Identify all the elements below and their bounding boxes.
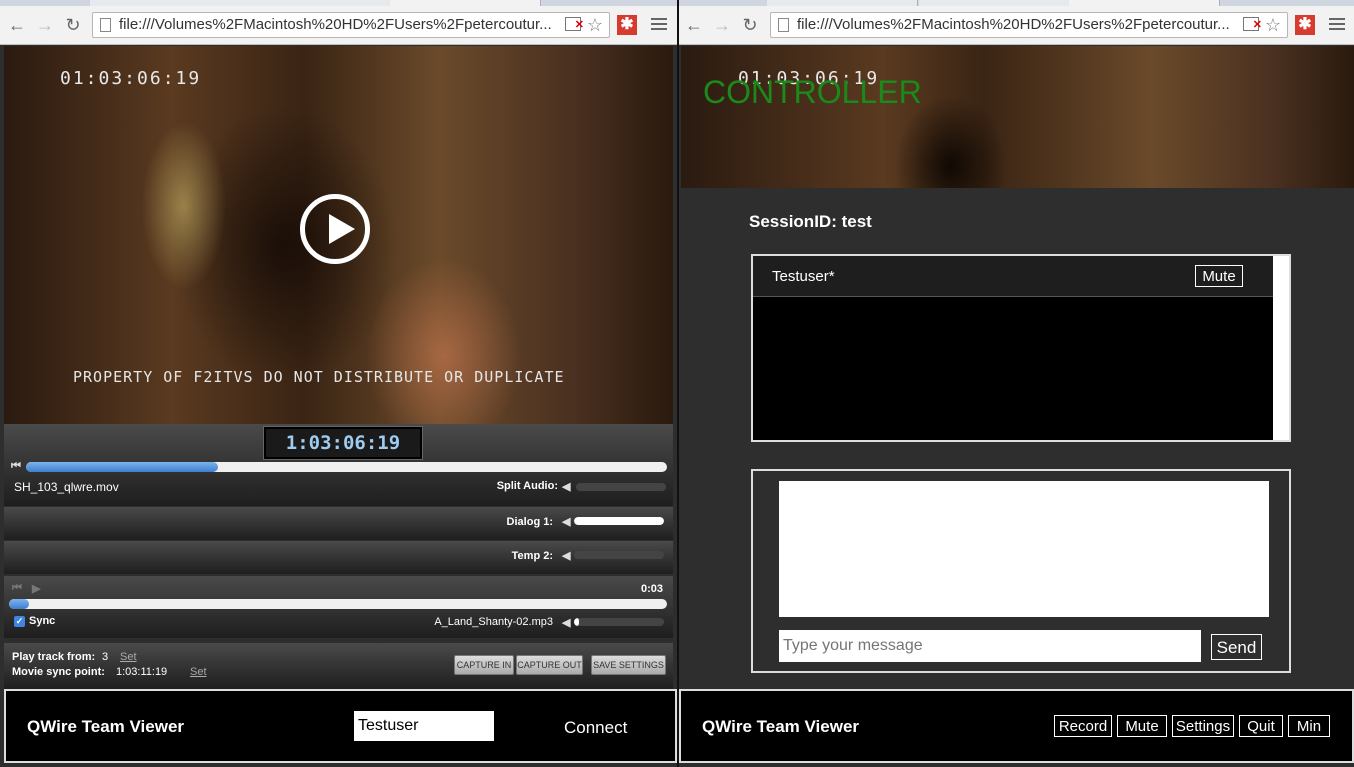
video-frame[interactable]: 01:03:06:19 CONTROLLER xyxy=(681,46,1354,188)
dialog-volume[interactable] xyxy=(574,517,664,525)
video-watermark: PROPERTY OF F2ITVS DO NOT DISTRIBUTE OR … xyxy=(73,368,565,386)
dialog-label: Dialog 1: xyxy=(506,516,553,528)
app-title: QWire Team Viewer xyxy=(702,717,860,736)
speaker-icon[interactable]: ◀ xyxy=(562,482,572,493)
sync-point-label: Movie sync point: xyxy=(12,666,105,678)
menu-icon[interactable] xyxy=(651,15,667,33)
bookmark-star-icon[interactable]: ☆ xyxy=(587,13,603,37)
popup-blocked-icon[interactable] xyxy=(1243,13,1262,37)
split-audio-label: Split Audio: xyxy=(496,480,558,492)
split-audio-volume[interactable] xyxy=(576,483,666,491)
chat-log xyxy=(779,481,1269,617)
connect-button[interactable]: Connect xyxy=(564,718,627,738)
dialog-track-row: Dialog 1: ◀ xyxy=(4,507,673,540)
users-panel: Testuser* Mute xyxy=(751,254,1291,442)
username-input[interactable] xyxy=(354,711,494,741)
temp-track-row: Temp 2: ◀ xyxy=(4,541,673,574)
menu-icon[interactable] xyxy=(1329,15,1345,33)
set-play-from-link[interactable]: Set xyxy=(120,651,137,663)
track-volume[interactable] xyxy=(574,618,664,626)
chat-message-input[interactable] xyxy=(779,630,1201,662)
bookmark-star-icon[interactable]: ☆ xyxy=(1265,13,1281,37)
sync-label: Sync xyxy=(29,615,56,627)
play-icon[interactable] xyxy=(300,194,370,264)
settings-button[interactable]: Settings xyxy=(1172,715,1234,737)
reload-icon[interactable]: ↻ xyxy=(62,14,84,36)
track-volume-fill xyxy=(574,618,579,626)
right-browser-window: ← → ↻ file:///Volumes%2FMacintosh%20HD%2… xyxy=(677,0,1354,767)
temp-label: Temp 2: xyxy=(511,550,553,562)
speaker-icon[interactable]: ◀ xyxy=(562,517,572,528)
record-button[interactable]: Record xyxy=(1054,715,1112,737)
play-from-value: 3 xyxy=(102,651,109,663)
capture-out-button[interactable]: CAPTURE OUT xyxy=(516,655,583,675)
extension-icon[interactable]: ✱ xyxy=(1295,15,1315,35)
user-name: Testuser* xyxy=(772,268,835,285)
sync-checkbox[interactable]: ✓ xyxy=(14,616,25,627)
browser-toolbar: ← → ↻ file:///Volumes%2FMacintosh%20HD%2… xyxy=(679,6,1354,45)
right-footer: QWire Team Viewer Record Mute Settings Q… xyxy=(679,689,1354,763)
chat-panel: Send xyxy=(751,469,1291,673)
track-progress-fill xyxy=(9,599,29,609)
track-filename: A_Land_Shanty-02.mp3 xyxy=(434,616,553,628)
music-track-panel: ⏮ ▶ 0:03 ✓ Sync A_Land_Shanty-02.mp3 ◀ xyxy=(4,576,673,638)
page-icon xyxy=(100,18,111,32)
address-text: file:///Volumes%2FMacintosh%20HD%2FUsers… xyxy=(797,16,1230,33)
browser-toolbar: ← → ↻ file:///Volumes%2FMacintosh%20HD%2… xyxy=(0,6,677,45)
reload-icon[interactable]: ↻ xyxy=(739,14,761,36)
user-row: Testuser* Mute xyxy=(753,256,1273,297)
speaker-icon[interactable]: ◀ xyxy=(562,551,572,562)
track-play-icon[interactable]: ▶ xyxy=(32,582,40,595)
play-from-label: Play track from: xyxy=(12,651,96,663)
controller-overlay: CONTROLLER xyxy=(703,74,922,110)
burned-timecode: 01:03:06:19 xyxy=(60,68,202,89)
sync-settings-panel: Play track from: 3 Set Movie sync point:… xyxy=(4,643,673,689)
dialog-volume-fill xyxy=(574,517,664,525)
session-id: SessionID: test xyxy=(749,212,872,231)
back-icon[interactable]: ← xyxy=(6,14,28,36)
speaker-icon[interactable]: ◀ xyxy=(562,618,572,629)
save-settings-button[interactable]: SAVE SETTINGS xyxy=(591,655,666,675)
forward-icon[interactable]: → xyxy=(34,14,56,36)
app-title: QWire Team Viewer xyxy=(27,717,185,736)
set-sync-point-link[interactable]: Set xyxy=(190,666,207,678)
skip-back-icon[interactable]: ⏮ xyxy=(11,460,21,473)
users-scrollbar[interactable] xyxy=(1273,256,1289,440)
timecode-display: 1:03:06:19 xyxy=(264,427,422,459)
player-controls: 1:03:06:19 ⏮ SH_103_qlwre.mov Split Audi… xyxy=(4,424,673,506)
capture-in-button[interactable]: CAPTURE IN xyxy=(454,655,514,675)
address-bar[interactable]: file:///Volumes%2FMacintosh%20HD%2FUsers… xyxy=(92,12,610,38)
address-text: file:///Volumes%2FMacintosh%20HD%2FUsers… xyxy=(119,16,552,33)
min-button[interactable]: Min xyxy=(1288,715,1330,737)
sync-point-value: 1:03:11:19 xyxy=(116,666,168,678)
extension-icon[interactable]: ✱ xyxy=(617,15,637,35)
movie-progress-fill xyxy=(26,462,219,472)
user-mute-button[interactable]: Mute xyxy=(1195,265,1243,287)
movie-filename: SH_103_qlwre.mov xyxy=(14,480,119,494)
forward-icon[interactable]: → xyxy=(711,14,733,36)
track-scrubber[interactable] xyxy=(9,599,667,609)
address-bar[interactable]: file:///Volumes%2FMacintosh%20HD%2FUsers… xyxy=(770,12,1288,38)
back-icon[interactable]: ← xyxy=(683,14,705,36)
popup-blocked-icon[interactable] xyxy=(565,13,584,37)
mute-button[interactable]: Mute xyxy=(1117,715,1167,737)
page-icon xyxy=(778,18,789,32)
track-time: 0:03 xyxy=(640,583,663,595)
left-browser-window: ← → ↻ file:///Volumes%2FMacintosh%20HD%2… xyxy=(0,0,677,767)
video-frame[interactable]: 01:03:06:19 PROPERTY OF F2ITVS DO NOT DI… xyxy=(4,46,673,424)
send-button[interactable]: Send xyxy=(1211,634,1262,660)
track-skip-back-icon[interactable]: ⏮ xyxy=(12,582,22,595)
temp-volume[interactable] xyxy=(574,551,664,559)
movie-scrubber[interactable] xyxy=(26,462,667,472)
left-footer: QWire Team Viewer Connect xyxy=(4,689,677,763)
quit-button[interactable]: Quit xyxy=(1239,715,1283,737)
